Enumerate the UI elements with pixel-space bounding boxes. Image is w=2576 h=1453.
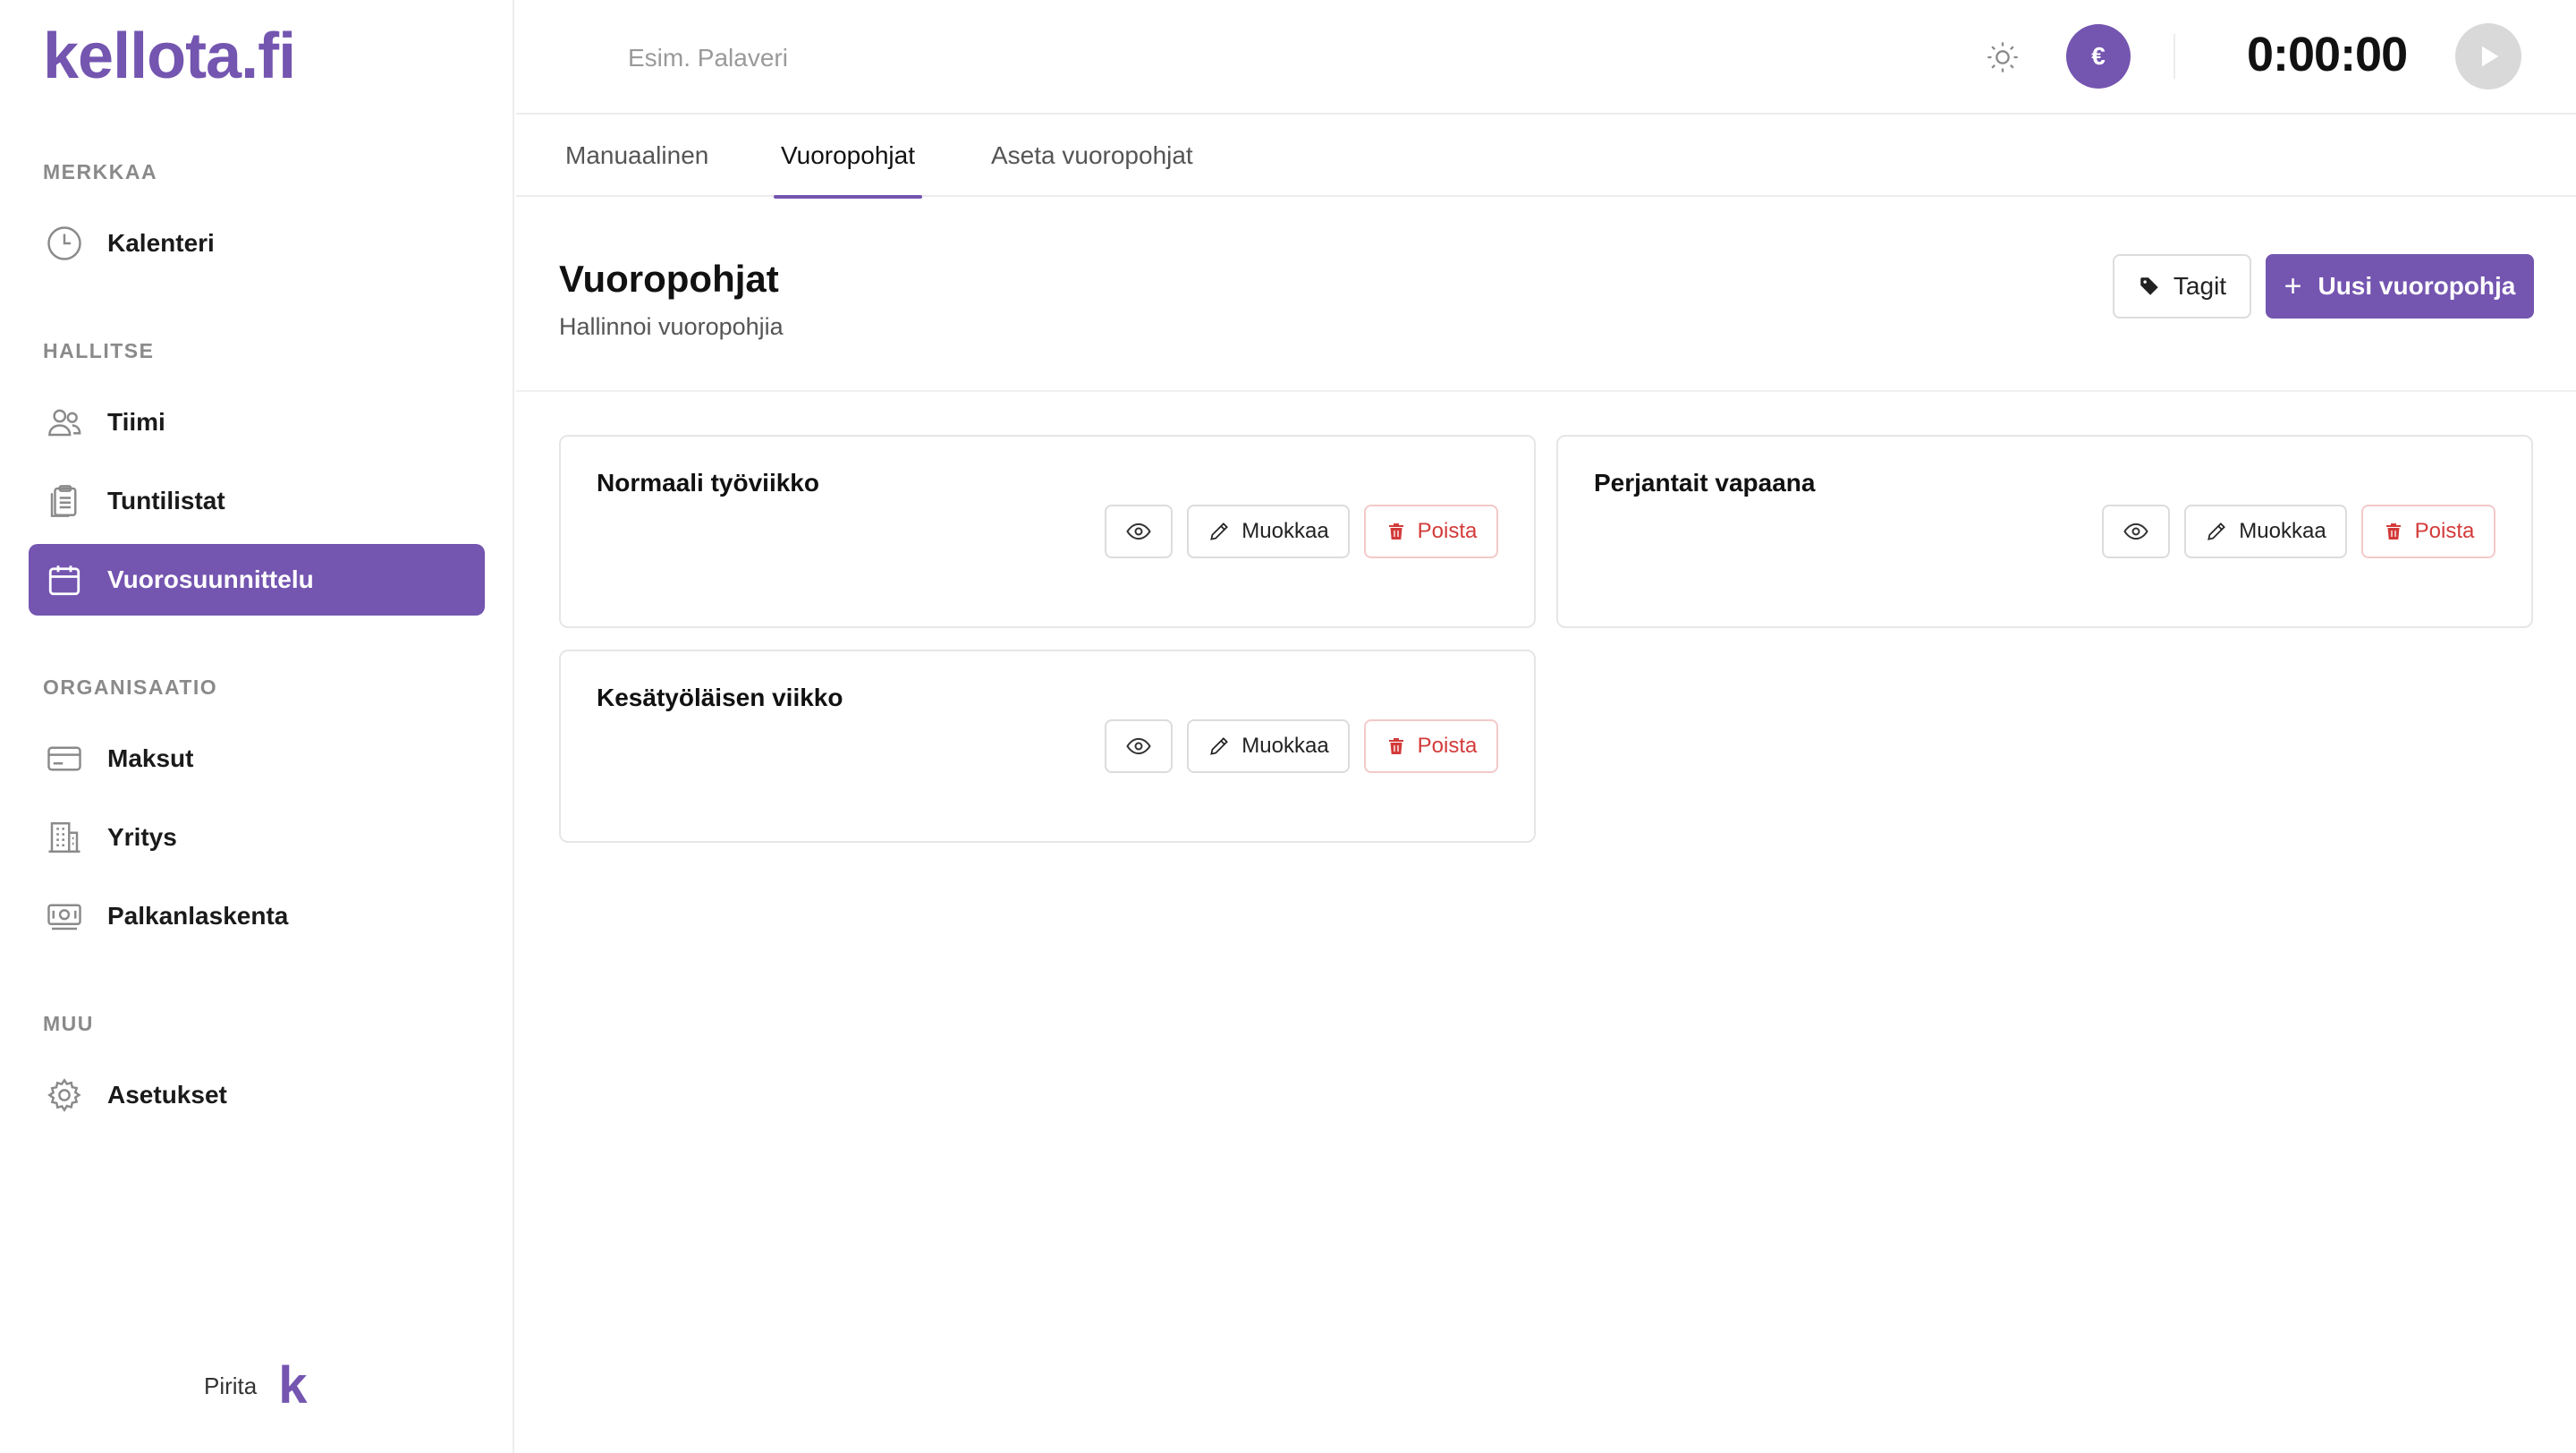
view-button[interactable] [1105, 505, 1173, 558]
calendar-icon [45, 560, 84, 599]
view-button[interactable] [1105, 719, 1173, 773]
delete-label: Poista [1417, 734, 1478, 758]
sidebar: kellota.fi MERKKAA Kalenteri HALLITSE Ti… [0, 0, 514, 1453]
view-button[interactable] [2102, 505, 2170, 558]
user-footer[interactable]: Pirita k [204, 1360, 308, 1412]
eye-icon [1125, 518, 1152, 545]
clipboard-icon [45, 481, 84, 521]
trash-icon [1385, 735, 1407, 758]
template-card: Normaali työviikko Muokkaa Poista [559, 435, 1536, 628]
start-timer-button[interactable] [2455, 23, 2521, 89]
card-actions: Muokkaa Poista [1105, 719, 1498, 773]
sidebar-item-vuorosuunnittelu[interactable]: Vuorosuunnittelu [29, 544, 485, 616]
edit-label: Muokkaa [2239, 519, 2326, 543]
building-icon [45, 818, 84, 857]
tab-label: Aseta vuoropohjat [991, 141, 1193, 169]
edit-button[interactable]: Muokkaa [2184, 505, 2347, 558]
page-subtitle: Hallinnoi vuoropohjia [559, 313, 784, 340]
timer-display: 0:00:00 [2247, 28, 2408, 81]
users-icon [45, 403, 84, 442]
section-title-hallitse: HALLITSE [43, 339, 155, 362]
edit-label: Muokkaa [1241, 519, 1329, 543]
app-logo[interactable]: kellota.fi [43, 20, 296, 93]
tab-vuoropohjat[interactable]: Vuoropohjat [774, 115, 922, 199]
sidebar-item-label: Tiimi [107, 408, 165, 436]
clock-icon [45, 224, 84, 263]
sidebar-item-label: Vuorosuunnittelu [107, 565, 314, 593]
pencil-icon [1208, 520, 1231, 543]
credit-card-icon [45, 739, 84, 778]
delete-button[interactable]: Poista [2361, 505, 2496, 558]
template-name: Kesätyöläisen viikko [597, 684, 843, 711]
plus-icon: + [2284, 269, 2302, 303]
section-title-organisaatio: ORGANISAATIO [43, 676, 218, 699]
gear-icon [45, 1075, 84, 1115]
tab-aseta-vuoropohjat[interactable]: Aseta vuoropohjat [991, 115, 1193, 197]
top-bar: € 0:00:00 [516, 0, 2576, 115]
sidebar-item-asetukset[interactable]: Asetukset [29, 1059, 485, 1131]
tags-button[interactable]: Tagit [2113, 254, 2251, 319]
delete-button[interactable]: Poista [1364, 505, 1498, 558]
template-card: Kesätyöläisen viikko Muokkaa Poista [559, 650, 1536, 843]
billing-button[interactable]: € [2066, 24, 2131, 89]
sidebar-item-label: Tuntilistat [107, 487, 225, 514]
sidebar-item-label: Maksut [107, 744, 194, 772]
sidebar-item-tuntilistat[interactable]: Tuntilistat [29, 465, 485, 537]
theme-toggle-button[interactable] [1981, 36, 2024, 79]
sidebar-item-palkanlaskenta[interactable]: Palkanlaskenta [29, 880, 485, 952]
template-name: Perjantait vapaana [1594, 469, 1816, 497]
tab-label: Vuoropohjat [781, 141, 915, 169]
sidebar-item-maksut[interactable]: Maksut [29, 723, 485, 794]
sidebar-item-label: Yritys [107, 823, 177, 851]
play-icon [2473, 41, 2504, 72]
tags-button-label: Tagit [2173, 272, 2227, 300]
edit-button[interactable]: Muokkaa [1187, 719, 1350, 773]
euro-icon: € [2091, 42, 2106, 70]
template-card: Perjantait vapaana Muokkaa Poista [1556, 435, 2533, 628]
eye-icon [1125, 733, 1152, 760]
pencil-icon [1208, 735, 1231, 758]
task-description-input[interactable] [628, 36, 1254, 81]
delete-label: Poista [1417, 519, 1478, 543]
sidebar-item-kalenteri[interactable]: Kalenteri [29, 208, 485, 279]
new-template-label: Uusi vuoropohja [2318, 272, 2516, 300]
sidebar-item-label: Asetukset [107, 1081, 227, 1109]
new-template-button[interactable]: + Uusi vuoropohja [2266, 254, 2534, 319]
sidebar-item-label: Palkanlaskenta [107, 902, 289, 930]
banknote-icon [45, 896, 84, 936]
divider [2174, 34, 2175, 79]
trash-icon [1385, 520, 1407, 543]
edit-label: Muokkaa [1241, 734, 1329, 758]
sidebar-item-yritys[interactable]: Yritys [29, 802, 485, 873]
tab-manuaalinen[interactable]: Manuaalinen [565, 115, 708, 197]
delete-button[interactable]: Poista [1364, 719, 1498, 773]
eye-icon [2123, 518, 2149, 545]
delete-label: Poista [2414, 519, 2475, 543]
section-title-merkkaa: MERKKAA [43, 160, 158, 183]
sidebar-item-tiimi[interactable]: Tiimi [29, 387, 485, 458]
tab-bar: Manuaalinen Vuoropohjat Aseta vuoropohja… [516, 115, 2576, 199]
card-actions: Muokkaa Poista [1105, 505, 1498, 558]
template-name: Normaali työviikko [597, 469, 819, 497]
sidebar-item-label: Kalenteri [107, 229, 215, 257]
tab-label: Manuaalinen [565, 141, 709, 169]
tag-icon [2138, 275, 2161, 298]
sun-icon [1985, 39, 2021, 75]
section-title-muu: MUU [43, 1012, 94, 1035]
footer-logo: k [278, 1356, 308, 1415]
user-name: Pirita [204, 1372, 258, 1399]
page-header: Vuoropohjat Hallinnoi vuoropohjia Tagit … [516, 197, 2576, 392]
trash-icon [2383, 520, 2404, 543]
page-title: Vuoropohjat [559, 258, 779, 300]
pencil-icon [2205, 520, 2228, 543]
card-actions: Muokkaa Poista [2102, 505, 2496, 558]
edit-button[interactable]: Muokkaa [1187, 505, 1350, 558]
